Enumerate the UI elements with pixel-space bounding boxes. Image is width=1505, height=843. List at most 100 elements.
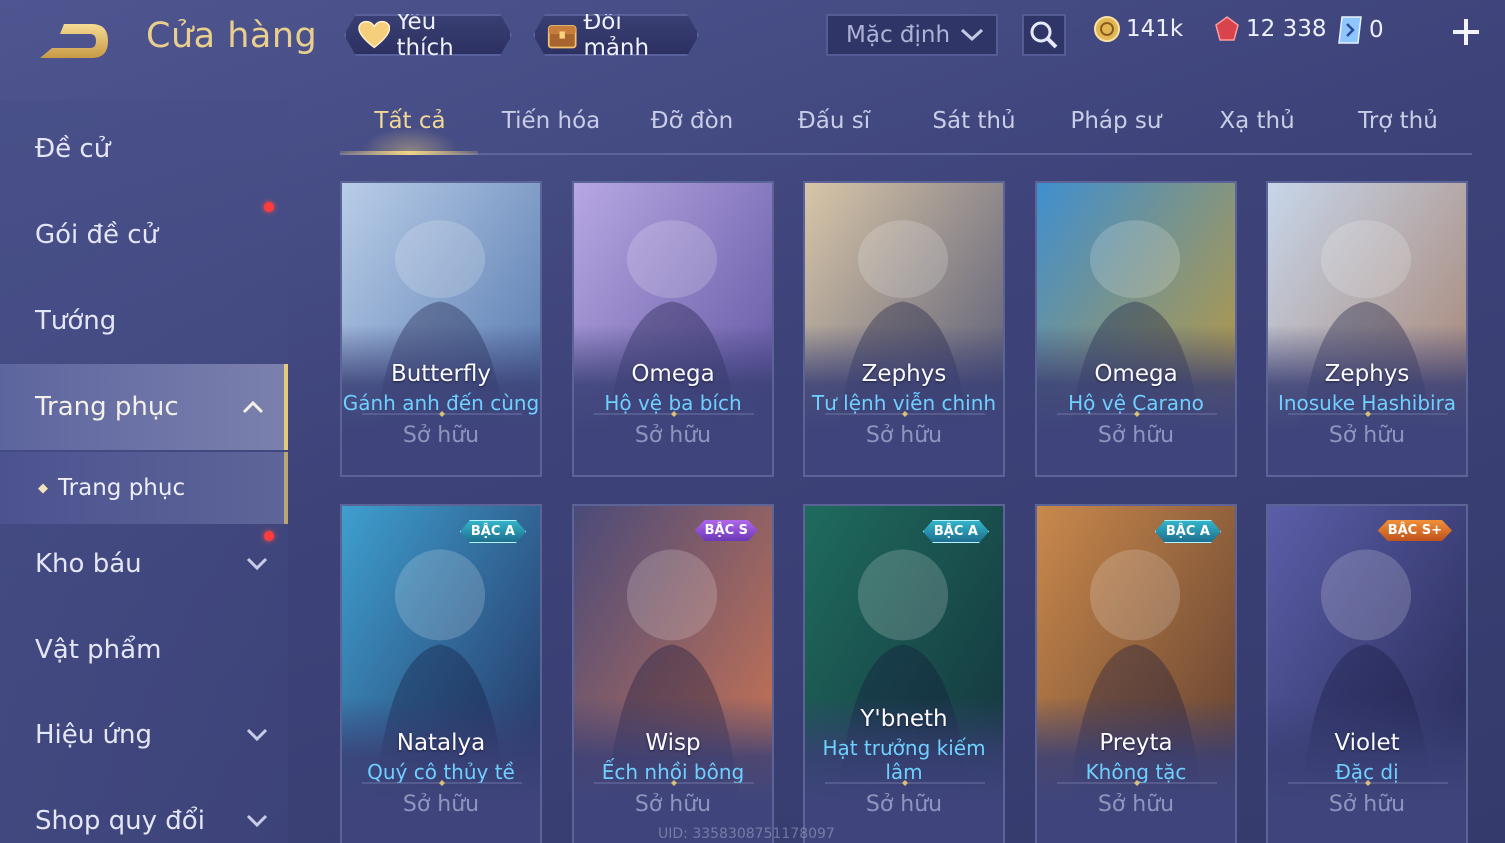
skin-card[interactable]: Natalya Quý cô thủy tề Sở hữu BẬC A <box>340 504 542 843</box>
gold-amount: 141k <box>1126 16 1184 42</box>
tier-badge: BẬC S+ <box>1378 520 1452 541</box>
voucher-balance: 0 <box>1337 16 1384 44</box>
sidebar-item-label: Kho báu <box>35 549 142 579</box>
hero-name: Violet <box>1334 730 1400 756</box>
chevron-up-icon <box>242 400 264 414</box>
owned-status: Sở hữu <box>634 423 712 448</box>
sidebar-item-exchange-shop[interactable]: Shop quy đổi <box>0 786 288 843</box>
notification-dot <box>264 202 274 212</box>
heart-icon <box>358 20 390 50</box>
divider-ornament <box>1288 411 1448 417</box>
sidebar-item-featured[interactable]: Đề cử <box>0 114 288 184</box>
owned-status: Sở hữu <box>1328 423 1406 448</box>
active-tab-indicator <box>340 151 478 155</box>
skin-card[interactable]: Butterfly Gánh anh đến cùng Sở hữu <box>340 181 542 477</box>
divider-ornament <box>362 411 522 417</box>
hero-name: Omega <box>631 361 715 387</box>
sidebar-item-label: Tướng <box>35 306 117 336</box>
skin-card[interactable]: Violet Đặc dị Sở hữu BẬC S+ <box>1266 504 1468 843</box>
tab-marksman[interactable]: Xạ thủ <box>1187 108 1327 134</box>
sidebar-item-treasure[interactable]: Kho báu <box>0 529 288 599</box>
tab-label: Pháp sư <box>1070 108 1162 134</box>
hero-name: Wisp <box>645 730 701 756</box>
owned-status: Sở hữu <box>402 792 480 817</box>
hero-name: Butterfly <box>390 361 492 387</box>
tab-label: Xạ thủ <box>1219 108 1295 134</box>
skin-card[interactable]: Wisp Ếch nhồi bông Sở hữu BẬC S <box>572 504 774 843</box>
hero-name: Zephys <box>861 361 947 387</box>
add-currency-button[interactable] <box>1448 14 1484 50</box>
divider-ornament <box>1288 780 1448 786</box>
tier-badge: BẬC A <box>1155 520 1221 543</box>
tab-label: Tiến hóa <box>501 108 601 134</box>
hero-name: Zephys <box>1324 361 1410 387</box>
tab-label: Đấu sĩ <box>797 108 871 134</box>
back-button[interactable] <box>34 18 114 64</box>
tab-support[interactable]: Trợ thủ <box>1328 108 1468 134</box>
sidebar-item-heroes[interactable]: Tướng <box>0 286 288 356</box>
skin-card[interactable]: Omega Hộ vệ ba bích Sở hữu <box>572 181 774 477</box>
gold-coin-icon <box>1094 16 1120 42</box>
divider-ornament <box>825 780 985 786</box>
red-gem-icon <box>1215 16 1239 41</box>
tab-fighter[interactable]: Đấu sĩ <box>764 108 904 134</box>
skin-name: Hạt trưởng kiếm lâm <box>822 736 986 784</box>
search-button[interactable] <box>1022 14 1066 56</box>
owned-status: Sở hữu <box>865 792 943 817</box>
favorite-button[interactable]: Yêu thích <box>344 14 512 56</box>
divider-ornament <box>594 780 754 786</box>
chevron-down-icon <box>246 557 268 571</box>
sidebar-subitem-label: Trang phục <box>58 475 186 501</box>
hero-name: Preyta <box>1099 730 1173 756</box>
owned-status: Sở hữu <box>1097 423 1175 448</box>
skin-card[interactable]: Y'bneth Hạt trưởng kiếm lâm Sở hữu BẬC A <box>803 504 1005 843</box>
role-tabs: Tất cả Tiến hóa Đỡ đòn Đấu sĩ Sát thủ Ph… <box>340 100 1472 155</box>
hero-name: Natalya <box>396 730 486 756</box>
sidebar-item-featured-packs[interactable]: Gói đề cử <box>0 200 288 270</box>
tab-mage[interactable]: Pháp sư <box>1046 108 1186 134</box>
owned-status: Sở hữu <box>1097 792 1175 817</box>
tier-badge: BẬC S <box>695 520 758 541</box>
skin-card[interactable]: Zephys Inosuke Hashibira Sở hữu <box>1266 181 1468 477</box>
hero-name: Omega <box>1094 361 1178 387</box>
voucher-icon <box>1338 16 1362 44</box>
bullet-icon: ◆ <box>38 480 48 496</box>
owned-status: Sở hữu <box>402 423 480 448</box>
uid-watermark: UID: 3358308751178097 <box>658 826 835 842</box>
divider-ornament <box>594 411 754 417</box>
sidebar-item-effects[interactable]: Hiệu ứng <box>0 700 288 770</box>
skin-card[interactable]: Preyta Không tặc Sở hữu BẬC A <box>1035 504 1237 843</box>
voucher-amount: 0 <box>1369 17 1384 43</box>
tier-badge: BẬC A <box>923 520 989 543</box>
active-tab-glow <box>360 127 460 153</box>
tab-tank[interactable]: Đỡ đòn <box>622 108 762 134</box>
sidebar-item-label: Hiệu ứng <box>35 720 152 750</box>
skin-card[interactable]: Zephys Tư lệnh viễn chinh Sở hữu <box>803 181 1005 477</box>
diamond-amount: 12 338 <box>1246 16 1327 42</box>
fragment-label: Đổi mảnh <box>583 9 650 61</box>
sidebar-subitem-skins[interactable]: ◆ Trang phục <box>0 452 288 524</box>
tier-badge: BẬC A <box>460 520 526 543</box>
treasure-chest-icon <box>547 19 577 51</box>
sidebar-item-label: Shop quy đổi <box>35 806 205 836</box>
exchange-fragments-button[interactable]: Đổi mảnh <box>533 14 699 56</box>
favorite-label: Yêu thích <box>396 9 454 61</box>
tab-evolution[interactable]: Tiến hóa <box>481 108 621 134</box>
diamond-balance: 12 338 <box>1214 16 1326 42</box>
skin-card[interactable]: Omega Hộ vệ Carano Sở hữu <box>1035 181 1237 477</box>
sidebar-item-items[interactable]: Vật phẩm <box>0 615 288 685</box>
sidebar-item-skins[interactable]: Trang phục <box>0 364 288 450</box>
tab-label: Sát thủ <box>932 108 1016 134</box>
tab-label: Đỡ đòn <box>650 108 734 134</box>
sort-dropdown[interactable]: Mặc định <box>826 14 998 56</box>
divider-ornament <box>362 780 522 786</box>
back-arrow-icon <box>40 24 108 58</box>
tab-assassin[interactable]: Sát thủ <box>904 108 1044 134</box>
sidebar-item-label: Gói đề cử <box>35 220 159 250</box>
owned-status: Sở hữu <box>865 423 943 448</box>
divider-ornament <box>1057 780 1217 786</box>
divider-ornament <box>1057 411 1217 417</box>
gold-balance: 141k <box>1094 16 1183 42</box>
notification-dot <box>264 531 274 541</box>
chevron-down-icon <box>960 28 984 42</box>
